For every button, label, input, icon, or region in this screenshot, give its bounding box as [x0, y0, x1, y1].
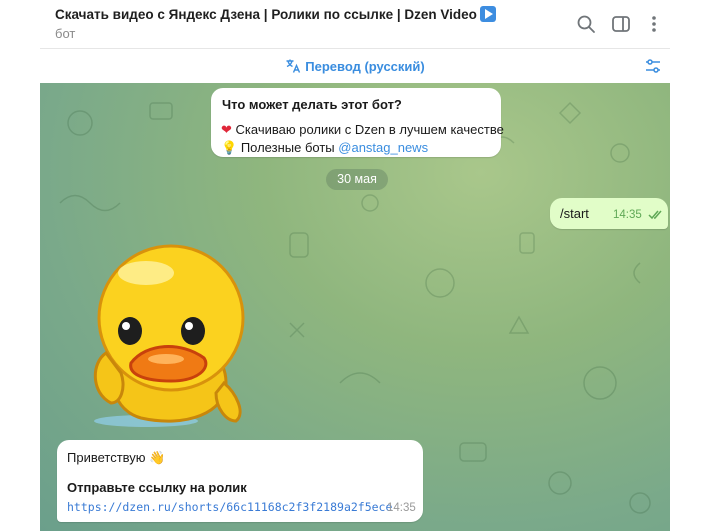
chat-area[interactable]: Что может делать этот бот? ❤ Скачиваю ро… [40, 83, 670, 531]
translate-icon [286, 59, 301, 73]
heart-emoji: ❤ [221, 122, 232, 137]
lightbulb-emoji: 💡 [221, 140, 238, 155]
translate-label: Перевод (русский) [305, 59, 425, 74]
waving-hand-emoji: 👋 [149, 450, 166, 465]
message-time: 14:35 [387, 502, 416, 514]
read-checkmarks-icon [648, 210, 662, 220]
sidebar-toggle-icon[interactable] [610, 13, 632, 35]
translate-button[interactable]: Перевод (русский) [40, 58, 670, 74]
date-separator[interactable]: 30 мая [326, 169, 388, 190]
chat-title-text: Скачать видео с Яндекс Дзена | Ролики по… [55, 7, 477, 22]
incoming-message[interactable]: Приветствую 👋 Отправьте ссылку на ролик … [57, 440, 423, 522]
more-vertical-icon[interactable] [643, 13, 665, 35]
instruction-text: Отправьте ссылку на ролик [67, 480, 247, 495]
bot-description-title: Что может делать этот бот? [222, 97, 402, 112]
bot-description-card: Что может делать этот бот? ❤ Скачиваю ро… [211, 88, 504, 157]
bot-description-line-1-text: Скачиваю ролики с Dzen в лучшем качестве [235, 122, 504, 137]
telegram-window: Скачать видео с Яндекс Дзена | Ролики по… [0, 0, 708, 531]
translate-bar: Перевод (русский) [40, 48, 670, 83]
search-icon[interactable] [575, 13, 597, 35]
play-button-emoji [479, 6, 496, 22]
duck-sticker[interactable] [86, 243, 258, 431]
outgoing-message[interactable]: /start 14:35 [550, 198, 668, 229]
chat-header[interactable]: Скачать видео с Яндекс Дзена | Ролики по… [40, 0, 670, 48]
bot-description-line-1: ❤ Скачиваю ролики с Dzen в лучшем качест… [221, 122, 504, 138]
greeting-line: Приветствую 👋 [67, 450, 165, 466]
sliders-icon[interactable] [644, 57, 662, 75]
bot-link[interactable]: @anstag_news [338, 140, 428, 155]
message-time: 14:35 [613, 209, 642, 221]
chat-subtitle: бот [55, 26, 76, 41]
example-link[interactable]: https://dzen.ru/shorts/66c11168c2f3f2189… [67, 500, 392, 514]
bot-description-line-2: 💡 Полезные боты @anstag_news [221, 140, 428, 156]
chat-title[interactable]: Скачать видео с Яндекс Дзена | Ролики по… [55, 6, 496, 22]
message-text: /start [560, 206, 589, 221]
greeting-text: Приветствую [67, 450, 146, 465]
bot-description-line-2-text: Полезные боты [240, 140, 339, 155]
